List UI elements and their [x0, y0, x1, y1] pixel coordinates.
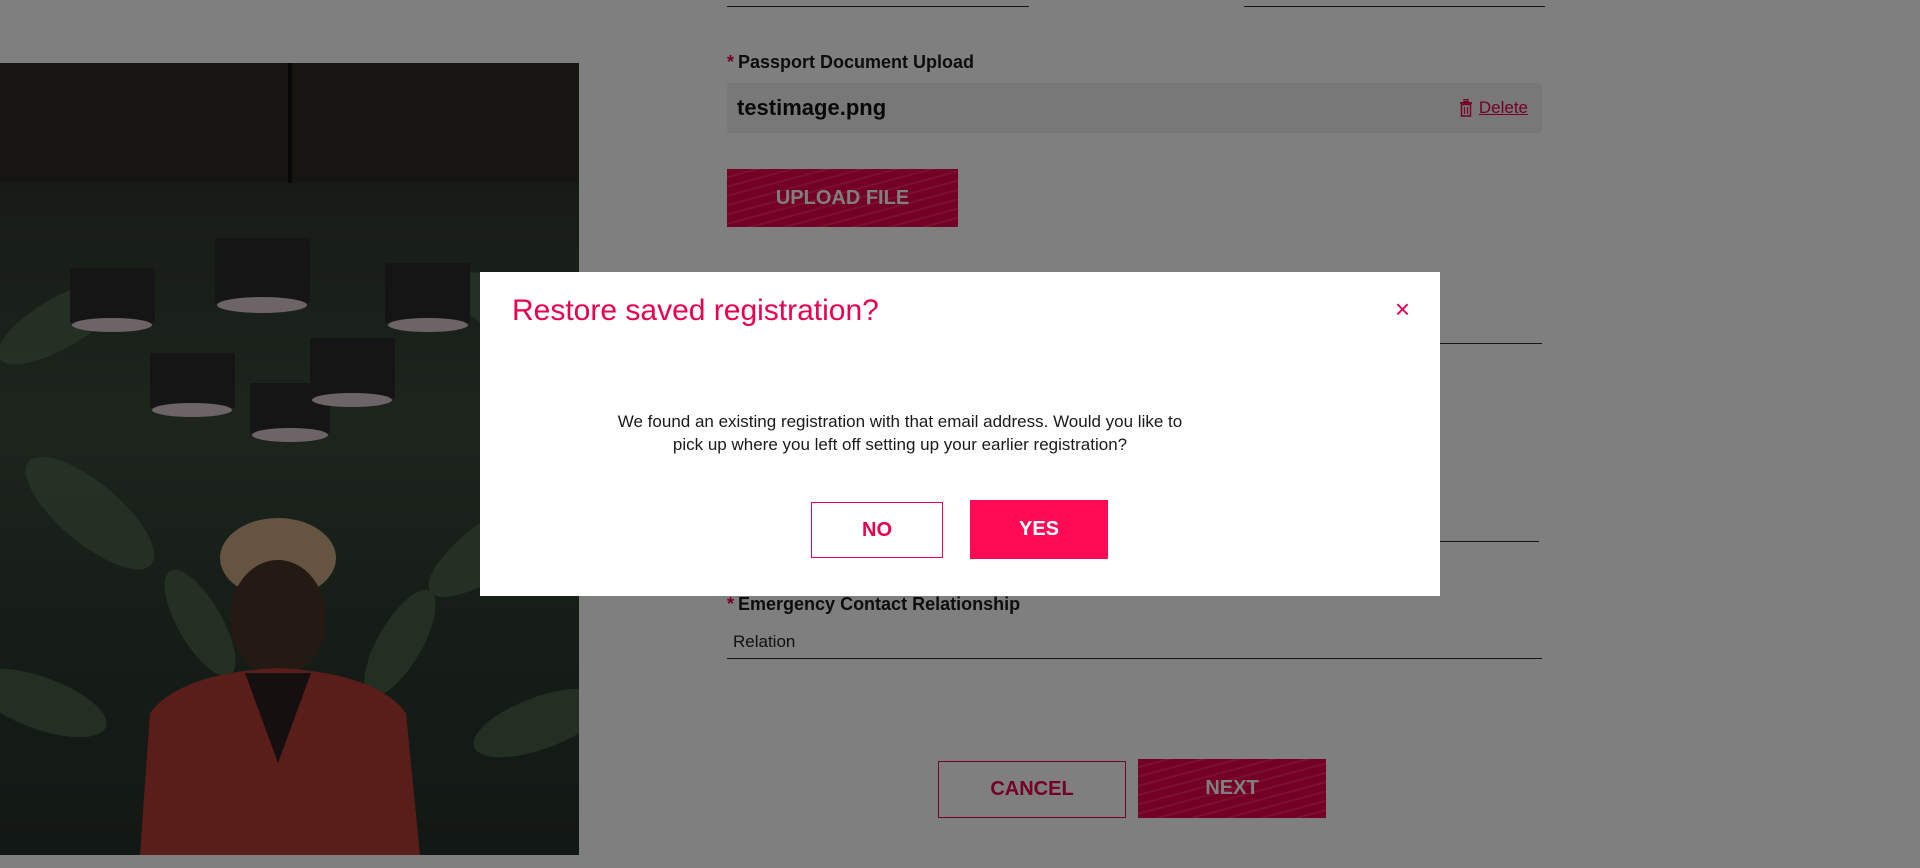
dialog-title: Restore saved registration?: [512, 294, 879, 327]
yes-button[interactable]: YES: [970, 500, 1108, 559]
dialog-message: We found an existing registration with t…: [617, 412, 1183, 454]
restore-registration-dialog: Restore saved registration? × We found a…: [480, 272, 1440, 596]
close-icon[interactable]: ×: [1395, 296, 1410, 322]
no-button[interactable]: NO: [811, 502, 943, 558]
